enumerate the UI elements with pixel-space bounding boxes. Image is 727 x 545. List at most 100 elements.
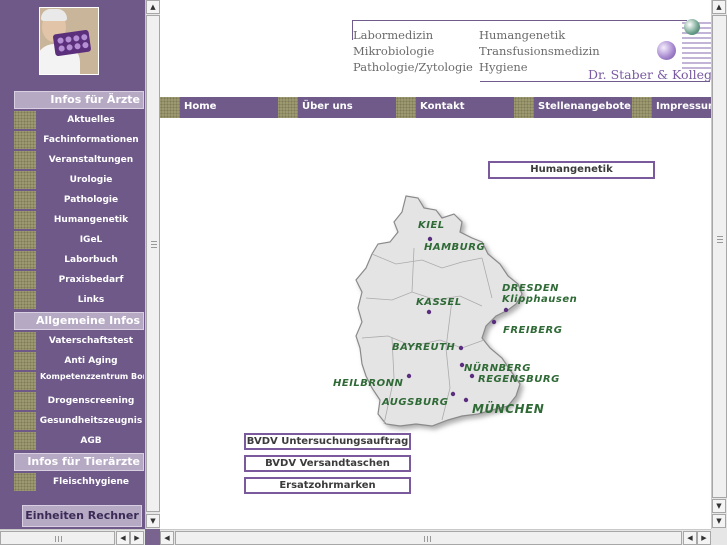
nav-label: Kontakt xyxy=(420,101,465,112)
bullet-square xyxy=(14,211,36,229)
bvdv-versandtaschen-button[interactable]: BVDV Versandtaschen xyxy=(244,455,411,472)
sidebar-item-links[interactable]: Links xyxy=(14,291,144,309)
nav-ueber-uns[interactable]: Über uns xyxy=(278,97,396,118)
logo-sphere-icon xyxy=(657,41,676,60)
sidebar-item-label: IGeL xyxy=(38,231,144,249)
city-label-muenchen: MÜNCHEN xyxy=(472,402,545,416)
sidebar-item-drogenscreening[interactable]: Drogenscreening xyxy=(14,392,144,410)
bullet-square xyxy=(14,131,36,149)
scroll-left-arrow-icon[interactable]: ◀ xyxy=(116,531,130,545)
sidebar-item-label: Aktuelles xyxy=(38,111,144,129)
sidebar-item-humangenetik[interactable]: Humangenetik xyxy=(14,211,144,229)
scroll-right-arrow-icon[interactable]: ▶ xyxy=(697,531,711,545)
city-label-augsburg: AUGSBURG xyxy=(382,397,449,408)
bullet-square xyxy=(14,171,36,189)
sidebar-item-pathologie[interactable]: Pathologie xyxy=(14,191,144,209)
left-frame: Infos für Ärzte Aktuelles Fachinformatio… xyxy=(0,0,160,545)
sidebar-item-label: Gesundheitszeugnis xyxy=(38,412,144,430)
sidebar-item-praxisbedarf[interactable]: Praxisbedarf xyxy=(14,271,144,289)
scroll-left-arrow-icon[interactable]: ◀ xyxy=(683,531,697,545)
section-header-tieraerzte: Infos für Tierärzte xyxy=(14,453,144,471)
city-label-freiberg: FREIBERG xyxy=(503,325,563,336)
city-label-nuernberg: NÜRNBERG xyxy=(464,363,531,374)
sidebar-item-aktuelles[interactable]: Aktuelles xyxy=(14,111,144,129)
scroll-up-arrow-icon[interactable]: ▲ xyxy=(712,0,726,14)
bullet-square xyxy=(14,473,36,491)
sidebar-item-label: Laborbuch xyxy=(38,251,144,269)
einheiten-rechner-button[interactable]: Einheiten Rechner xyxy=(22,505,142,527)
logo-text: Pathologie/Zytologie xyxy=(353,60,473,74)
logo-text: Labormedizin xyxy=(353,28,434,42)
bullet-square xyxy=(14,332,36,350)
sidebar-item-label: Humangenetik xyxy=(38,211,144,229)
sidebar-item-label: Drogenscreening xyxy=(38,392,144,410)
sidebar-item-anti-aging[interactable]: Anti Aging xyxy=(14,352,144,370)
scroll-down-arrow-icon[interactable]: ▼ xyxy=(712,514,726,528)
bullet-square xyxy=(14,412,36,430)
scroll-thumb[interactable] xyxy=(146,15,160,512)
bullet-square xyxy=(14,392,36,410)
sidebar-item-label: Pathologie xyxy=(38,191,144,209)
logo-brand: Dr. Staber & Kollegen xyxy=(588,67,727,82)
sidebar-item-borreliose[interactable]: Kompetenzzentrum Borreliose xyxy=(14,372,144,390)
humangenetik-button[interactable]: Humangenetik xyxy=(488,161,655,179)
main-vertical-scrollbar[interactable]: ▲ ▼ ▼ xyxy=(711,0,727,529)
sidebar-item-urologie[interactable]: Urologie xyxy=(14,171,144,189)
scroll-thumb[interactable] xyxy=(0,531,115,545)
sidebar-item-gesundheitszeugnis[interactable]: Gesundheitszeugnis xyxy=(14,412,144,430)
sidebar-item-fachinformationen[interactable]: Fachinformationen xyxy=(14,131,144,149)
bullet-square xyxy=(14,151,36,169)
section-header-aerzte: Infos für Ärzte xyxy=(14,91,144,109)
bullet-square xyxy=(14,191,36,209)
sidebar-item-vaterschaftstest[interactable]: Vaterschaftstest xyxy=(14,332,144,350)
sidebar-item-label: Vaterschaftstest xyxy=(38,332,144,350)
bullet-square xyxy=(14,231,36,249)
scroll-left-arrow-icon[interactable]: ◀ xyxy=(160,531,174,545)
bullet-square xyxy=(14,372,36,390)
city-label-heilbronn: HEILBRONN xyxy=(333,378,404,389)
nav-kontakt[interactable]: Kontakt xyxy=(396,97,514,118)
city-label-klipphausen: Klipphausen xyxy=(502,294,578,305)
scroll-down-arrow-icon[interactable]: ▼ xyxy=(146,514,160,528)
main-horizontal-scrollbar[interactable]: ◀ ◀ ▶ xyxy=(160,529,711,545)
city-label-bayreuth: BAYREUTH xyxy=(392,342,456,353)
germany-map[interactable]: KIEL HAMBURG DRESDEN Klipphausen KASSEL … xyxy=(332,188,592,436)
bvdv-untersuchungsauftrag-button[interactable]: BVDV Untersuchungsauftrag xyxy=(244,433,411,450)
scroll-thumb[interactable] xyxy=(175,531,682,545)
scroll-down-arrow-icon[interactable]: ▼ xyxy=(712,499,726,513)
bullet-square xyxy=(14,271,36,289)
sidebar-item-fleischhygiene[interactable]: Fleischhygiene xyxy=(14,473,144,491)
doctor-photo xyxy=(39,7,99,75)
scroll-thumb[interactable] xyxy=(712,15,727,498)
nav-stellenangebote[interactable]: Stellenangebote xyxy=(514,97,632,118)
sidebar-item-label: Anti Aging xyxy=(38,352,144,370)
left-vertical-scrollbar[interactable]: ▲ ▼ xyxy=(145,0,160,529)
city-label-kiel: KIEL xyxy=(418,220,445,231)
scroll-corner xyxy=(711,529,727,545)
city-label-kassel: KASSEL xyxy=(416,297,462,308)
logo-text: Hygiene xyxy=(479,60,528,74)
ersatzohrmarken-button[interactable]: Ersatzohrmarken xyxy=(244,477,411,494)
city-label-regensburg: REGENSBURG xyxy=(478,374,560,385)
scroll-up-arrow-icon[interactable]: ▲ xyxy=(146,0,160,14)
sidebar-item-agb[interactable]: AGB xyxy=(14,432,144,450)
nav-home[interactable]: Home xyxy=(160,97,278,118)
sidebar-item-label: Praxisbedarf xyxy=(38,271,144,289)
bullet-square xyxy=(14,291,36,309)
sidebar-item-label: Kompetenzzentrum Borreliose xyxy=(38,372,144,390)
bullet-square xyxy=(14,352,36,370)
bullet-square xyxy=(14,432,36,450)
sidebar-item-laborbuch[interactable]: Laborbuch xyxy=(14,251,144,269)
scroll-right-arrow-icon[interactable]: ▶ xyxy=(130,531,144,545)
section-header-allgemein: Allgemeine Infos xyxy=(14,312,144,330)
sidebar-item-label: Fleischhygiene xyxy=(38,473,144,491)
bullet-square xyxy=(14,111,36,129)
top-navigation: Home Über uns Kontakt Stellenangebote Im… xyxy=(160,97,727,118)
logo-text: Humangenetik xyxy=(479,28,566,42)
sidebar-item-label: Links xyxy=(38,291,144,309)
city-label-hamburg: HAMBURG xyxy=(424,242,486,253)
sidebar-item-igel[interactable]: IGeL xyxy=(14,231,144,249)
sidebar-item-veranstaltungen[interactable]: Veranstaltungen xyxy=(14,151,144,169)
left-horizontal-scrollbar[interactable]: ◀ ▶ xyxy=(0,529,145,545)
logo-sphere-icon xyxy=(684,19,700,35)
